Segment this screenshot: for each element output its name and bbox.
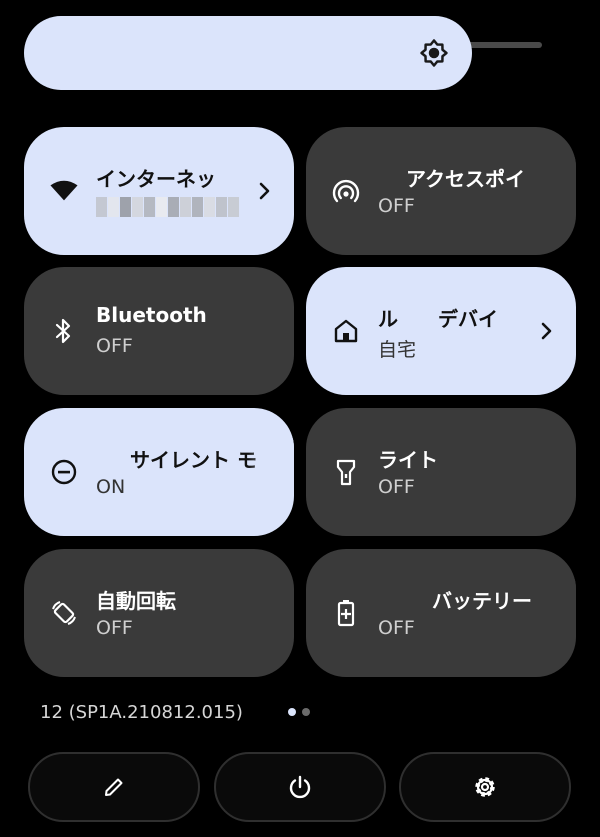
bluetooth-icon (50, 317, 78, 345)
brightness-fill[interactable] (24, 16, 472, 90)
tile-title: ル デバイ (378, 307, 498, 331)
tile-bluetooth[interactable]: Bluetooth OFF (24, 267, 294, 395)
brightness-icon (420, 39, 448, 67)
tile-subtitle: ON (96, 476, 126, 498)
flashlight-icon (332, 458, 360, 486)
tile-auto-rotate[interactable]: 自動回転 OFF (24, 549, 294, 677)
tile-title: バッテリー (432, 589, 532, 613)
tile-subtitle: OFF (378, 476, 415, 498)
brightness-slider[interactable] (24, 16, 544, 90)
tile-battery-saver[interactable]: バッテリー OFF (306, 549, 576, 677)
page-indicator (288, 708, 310, 716)
tile-subtitle: 自宅 (378, 339, 417, 361)
tile-hotspot[interactable]: アクセスポイ OFF (306, 127, 576, 255)
tile-title: アクセスポイ (406, 167, 525, 191)
edit-icon (105, 778, 123, 796)
tile-title: ライト (378, 448, 438, 472)
build-number[interactable]: 12 (SP1A.210812.015) (40, 702, 243, 723)
settings-button[interactable] (399, 752, 571, 822)
brightness-track[interactable] (464, 42, 542, 48)
do-not-disturb-icon (50, 458, 78, 486)
tile-subtitle: OFF (378, 195, 415, 217)
tile-title: 自動回転 (96, 589, 176, 613)
tile-home-devices[interactable]: ル デバイ 自宅 (306, 267, 576, 395)
tile-title: インターネッ (96, 167, 216, 191)
page-dot (302, 708, 310, 716)
page-dot-active (288, 708, 296, 716)
wifi-icon (50, 177, 78, 205)
edit-button[interactable] (28, 752, 200, 822)
battery-saver-icon (332, 599, 360, 627)
power-button[interactable] (214, 752, 386, 822)
chevron-right-icon (541, 322, 552, 340)
network-name-redacted (96, 195, 239, 217)
tile-title: サイレント モ (130, 448, 257, 472)
settings-icon (475, 777, 495, 797)
auto-rotate-icon (50, 599, 78, 627)
tile-flashlight[interactable]: ライト OFF (306, 408, 576, 536)
chevron-right-icon (259, 182, 270, 200)
power-icon (289, 775, 311, 799)
tile-title: Bluetooth (96, 303, 207, 327)
tile-subtitle: OFF (96, 617, 133, 639)
tile-internet[interactable]: インターネッ (24, 127, 294, 255)
hotspot-icon (332, 177, 360, 205)
tile-subtitle: OFF (378, 617, 415, 639)
tile-subtitle: OFF (96, 335, 133, 357)
home-icon (332, 317, 360, 345)
tile-do-not-disturb[interactable]: サイレント モ ON (24, 408, 294, 536)
